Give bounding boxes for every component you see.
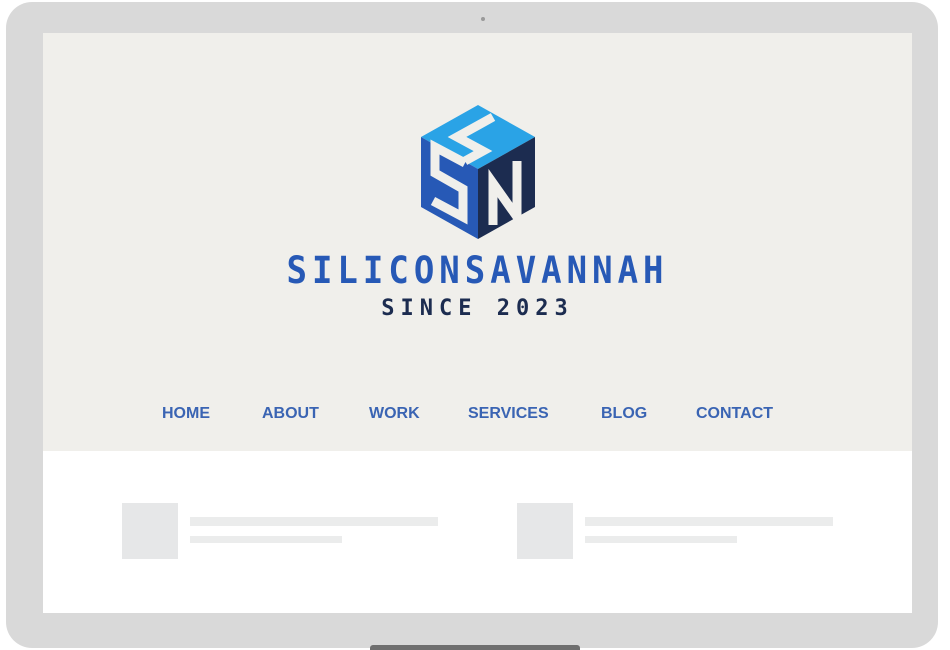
nav-about-link[interactable]: ABOUT [262, 405, 319, 423]
placeholder-thumbnail [122, 503, 178, 559]
placeholder-card [122, 503, 442, 561]
laptop-base-notch [370, 645, 580, 650]
nav-services-link[interactable]: SERVICES [468, 405, 549, 423]
nav-contact-link[interactable]: CONTACT [696, 405, 773, 423]
main-nav: HOME ABOUT WORK SERVICES BLOG CONTACT [43, 405, 912, 429]
placeholder-thumbnail [517, 503, 573, 559]
placeholder-text-line [190, 536, 342, 543]
webcam-icon [481, 17, 485, 21]
brand-name: SILICONSAVANNAH [286, 249, 669, 293]
nav-work-link[interactable]: WORK [369, 405, 420, 423]
website-screen: SILICONSAVANNAH SINCE 2023 HOME ABOUT WO… [43, 33, 912, 613]
hero-header: SILICONSAVANNAH SINCE 2023 HOME ABOUT WO… [43, 33, 912, 451]
nav-home-link[interactable]: HOME [162, 405, 210, 423]
placeholder-card [517, 503, 837, 561]
nav-blog-link[interactable]: BLOG [601, 405, 647, 423]
ss-cube-logo-icon [421, 105, 535, 239]
placeholder-text-line [585, 517, 833, 526]
placeholder-text-line [585, 536, 737, 543]
brand-tagline: SINCE 2023 [381, 296, 574, 321]
laptop-mockup: SILICONSAVANNAH SINCE 2023 HOME ABOUT WO… [0, 0, 950, 650]
placeholder-text-line [190, 517, 438, 526]
